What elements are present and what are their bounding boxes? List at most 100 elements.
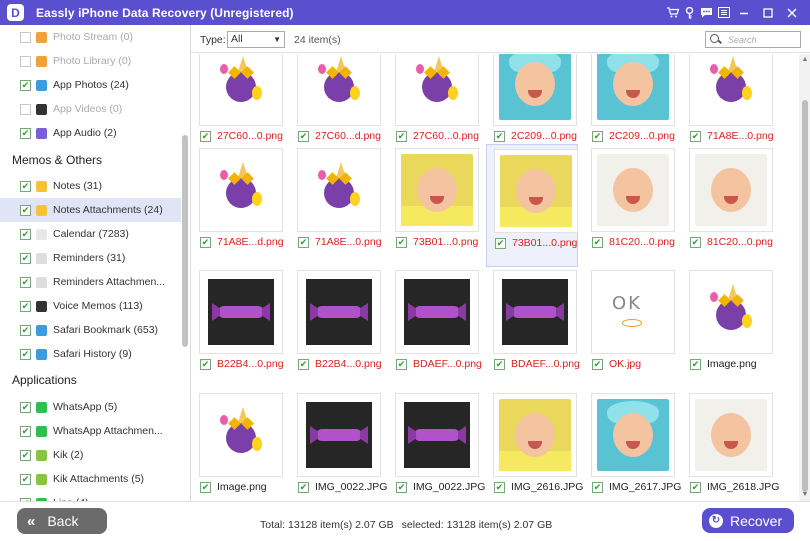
sidebar-item[interactable]: App Videos (0): [0, 97, 181, 121]
key-icon[interactable]: [681, 0, 698, 25]
sidebar-item[interactable]: ✔ Kik Attachments (5): [0, 467, 181, 491]
sidebar-item-checkbox[interactable]: [20, 31, 31, 43]
file-thumbnail[interactable]: [395, 148, 479, 232]
file-thumbnail[interactable]: [494, 149, 578, 233]
file-tile[interactable]: ✔ Image.png: [682, 266, 774, 389]
file-tile[interactable]: OK ✔ OK.jpg: [584, 266, 676, 389]
file-thumbnail[interactable]: [689, 270, 773, 354]
sidebar-item[interactable]: ✔ WhatsApp (5): [0, 395, 181, 419]
file-thumbnail[interactable]: [689, 54, 773, 126]
close-button[interactable]: [780, 0, 804, 25]
file-thumbnail[interactable]: [395, 270, 479, 354]
sidebar-item[interactable]: Photo Library (0): [0, 49, 181, 73]
sidebar-item-checkbox[interactable]: ✔: [20, 401, 31, 413]
file-tile[interactable]: ✔ B22B4...0.png: [192, 266, 284, 389]
file-checkbox[interactable]: ✔: [690, 358, 701, 370]
file-thumbnail[interactable]: [199, 270, 283, 354]
file-checkbox[interactable]: ✔: [592, 358, 603, 370]
file-tile[interactable]: ✔ BDAEF...0.png: [486, 266, 580, 389]
file-thumbnail[interactable]: [689, 148, 773, 232]
back-button[interactable]: « Back: [17, 508, 107, 534]
file-tile[interactable]: ✔ B22B4...0.png: [290, 266, 382, 389]
sidebar-item-checkbox[interactable]: ✔: [20, 425, 31, 437]
sidebar-item-checkbox[interactable]: [20, 103, 31, 115]
sidebar-item[interactable]: ✔ Notes (31): [0, 174, 181, 198]
file-tile[interactable]: ✔ 81C20...0.png: [584, 144, 676, 267]
file-tile[interactable]: ✔ 73B01...0.png: [388, 144, 480, 267]
file-checkbox[interactable]: ✔: [690, 130, 701, 142]
sidebar-item[interactable]: ✔ Voice Memos (113): [0, 294, 181, 318]
file-thumbnail[interactable]: [395, 393, 479, 477]
file-thumbnail[interactable]: [297, 148, 381, 232]
file-checkbox[interactable]: ✔: [298, 358, 309, 370]
file-thumbnail[interactable]: [591, 393, 675, 477]
sidebar-item[interactable]: ✔ Notes Attachments (24): [0, 198, 181, 222]
file-thumbnail[interactable]: [297, 54, 381, 126]
type-dropdown[interactable]: All ▼: [227, 31, 285, 48]
sidebar-item[interactable]: ✔ WhatsApp Attachmen...: [0, 419, 181, 443]
sidebar-item[interactable]: ✔ App Photos (24): [0, 73, 181, 97]
file-thumbnail[interactable]: [297, 393, 381, 477]
file-thumbnail[interactable]: [199, 393, 283, 477]
file-thumbnail[interactable]: [591, 148, 675, 232]
file-checkbox[interactable]: ✔: [592, 481, 603, 493]
sidebar-item[interactable]: Photo Stream (0): [0, 25, 181, 49]
file-tile[interactable]: ✔ 71A8E...d.png: [192, 144, 284, 267]
sidebar-scrollbar[interactable]: [182, 135, 188, 347]
file-tile[interactable]: ✔ 73B01...0.png: [486, 144, 578, 267]
file-checkbox[interactable]: ✔: [200, 481, 211, 493]
sidebar-item-checkbox[interactable]: ✔: [20, 79, 31, 91]
file-thumbnail[interactable]: [395, 54, 479, 126]
sidebar-item-checkbox[interactable]: ✔: [20, 300, 31, 312]
file-checkbox[interactable]: ✔: [396, 130, 407, 142]
file-checkbox[interactable]: ✔: [494, 130, 505, 142]
sidebar-item[interactable]: ✔ Reminders Attachmen...: [0, 270, 181, 294]
sidebar-item-checkbox[interactable]: [20, 55, 31, 67]
sidebar-item-checkbox[interactable]: ✔: [20, 276, 31, 288]
grid-scrollbar[interactable]: ▲ ▼: [799, 54, 810, 501]
sidebar-item-checkbox[interactable]: ✔: [20, 252, 31, 264]
file-tile[interactable]: ✔ IMG_2616.JPG: [486, 389, 583, 501]
file-checkbox[interactable]: ✔: [494, 481, 505, 493]
file-tile[interactable]: ✔ IMG_0022.JPG: [290, 389, 387, 501]
file-checkbox[interactable]: ✔: [592, 130, 603, 142]
file-checkbox[interactable]: ✔: [494, 358, 505, 370]
sidebar-item[interactable]: ✔Line (4): [0, 491, 181, 501]
file-checkbox[interactable]: ✔: [495, 237, 506, 249]
sidebar-item[interactable]: ✔ Safari History (9): [0, 342, 181, 366]
file-thumbnail[interactable]: [297, 270, 381, 354]
sidebar-item-checkbox[interactable]: ✔: [20, 180, 31, 192]
file-checkbox[interactable]: ✔: [298, 236, 309, 248]
cart-icon[interactable]: [664, 0, 681, 25]
sidebar-item[interactable]: ✔ App Audio (2): [0, 121, 181, 145]
file-tile[interactable]: ✔ 71A8E...0.png: [290, 144, 382, 267]
file-thumbnail[interactable]: [199, 54, 283, 126]
file-tile[interactable]: ✔ BDAEF...0.png: [388, 266, 482, 389]
file-thumbnail[interactable]: OK: [591, 270, 675, 354]
file-checkbox[interactable]: ✔: [396, 481, 407, 493]
file-tile[interactable]: ✔ 81C20...0.png: [682, 144, 774, 267]
file-thumbnail[interactable]: [591, 54, 675, 126]
menu-icon[interactable]: [715, 0, 732, 25]
file-thumbnail[interactable]: [689, 393, 773, 477]
file-thumbnail[interactable]: [493, 54, 577, 126]
sidebar-item-checkbox[interactable]: ✔: [20, 348, 31, 360]
sidebar-item-checkbox[interactable]: ✔: [20, 228, 31, 240]
file-checkbox[interactable]: ✔: [200, 130, 211, 142]
sidebar-item-checkbox[interactable]: ✔: [20, 449, 31, 461]
file-checkbox[interactable]: ✔: [690, 236, 701, 248]
file-checkbox[interactable]: ✔: [200, 236, 211, 248]
file-checkbox[interactable]: ✔: [592, 236, 603, 248]
sidebar-item[interactable]: ✔ Safari Bookmark (653): [0, 318, 181, 342]
grid-scroll-thumb[interactable]: [802, 100, 808, 492]
file-checkbox[interactable]: ✔: [396, 358, 407, 370]
file-checkbox[interactable]: ✔: [396, 236, 407, 248]
file-tile[interactable]: ✔ IMG_2618.JPG: [682, 389, 779, 501]
sidebar-item-checkbox[interactable]: ✔: [20, 473, 31, 485]
file-thumbnail[interactable]: [199, 148, 283, 232]
chat-icon[interactable]: [698, 0, 715, 25]
sidebar-item[interactable]: ✔ Kik (2): [0, 443, 181, 467]
file-tile[interactable]: ✔ IMG_2617.JPG: [584, 389, 681, 501]
sidebar-item-checkbox[interactable]: ✔: [20, 127, 31, 139]
sidebar-item-checkbox[interactable]: ✔: [20, 204, 31, 216]
